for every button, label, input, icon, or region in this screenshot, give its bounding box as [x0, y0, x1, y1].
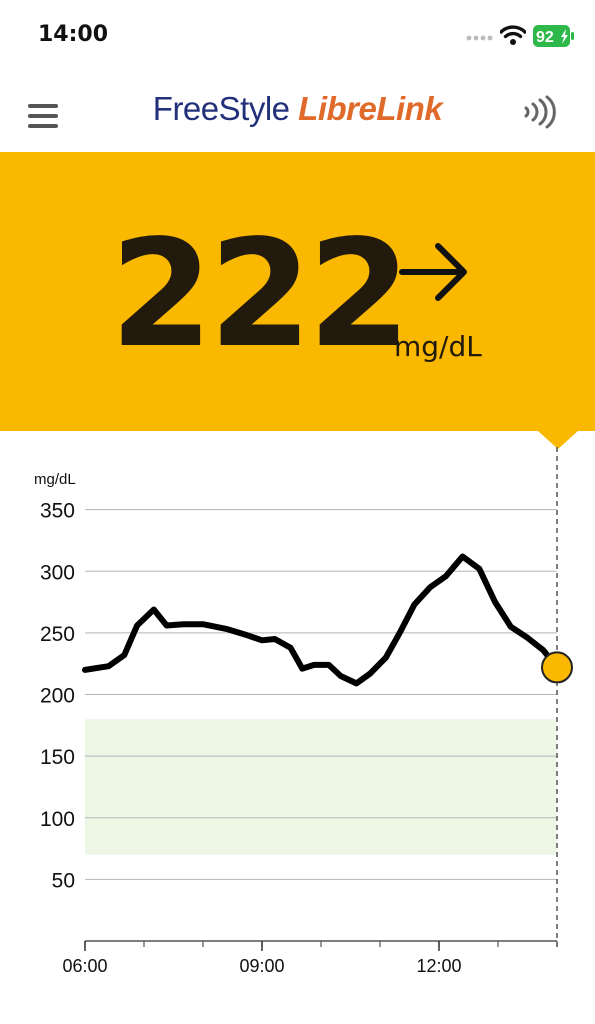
- app-logo: FreeStyle LibreLink: [0, 90, 595, 128]
- libre-link-home-screen: 14:00 92 FreeStyle LibreLink 222 mg/dL 3…: [0, 0, 595, 1024]
- app-header: FreeStyle LibreLink: [0, 70, 595, 152]
- glucose-value: 222: [110, 208, 411, 380]
- glucose-chart-svg: 350 300 250 200 150 100 50 mg/dL 06:00 09:00 12:00: [34, 447, 573, 976]
- y-tick-label: 300: [40, 561, 75, 584]
- x-tick-label: 09:00: [239, 956, 284, 976]
- y-axis-unit-label: mg/dL: [34, 471, 76, 488]
- glucose-chart: 350 300 250 200 150 100 50 mg/dL 06:00 09:00 12:00: [0, 431, 595, 1024]
- y-tick-label: 350: [40, 500, 75, 523]
- current-reading-point: [541, 651, 573, 684]
- wifi-icon: [500, 25, 526, 45]
- y-tick-label: 50: [52, 869, 75, 892]
- x-tick-label: 06:00: [62, 956, 107, 976]
- arrow-right-icon: [399, 243, 467, 301]
- battery-level: 92: [536, 29, 554, 46]
- y-tick-label: 150: [40, 746, 75, 769]
- glucose-line: [82, 553, 560, 687]
- logo-librelink: LibreLink: [298, 90, 443, 127]
- current-reading-panel: 222 mg/dL: [0, 152, 595, 431]
- battery-icon: 92: [533, 25, 574, 47]
- status-time: 14:00: [38, 22, 109, 47]
- x-tick-label: 12:00: [416, 956, 461, 976]
- logo-freestyle: FreeStyle: [152, 90, 299, 127]
- status-bar: 14:00 92: [0, 0, 595, 70]
- cellular-signal-icon: [466, 35, 493, 41]
- target-range-band: [85, 719, 557, 855]
- nfc-scan-icon[interactable]: [520, 92, 560, 132]
- y-tick-label: 250: [40, 623, 75, 646]
- y-tick-label: 200: [40, 685, 75, 708]
- y-tick-label: 100: [40, 808, 75, 831]
- glucose-unit: mg/dL: [394, 330, 482, 363]
